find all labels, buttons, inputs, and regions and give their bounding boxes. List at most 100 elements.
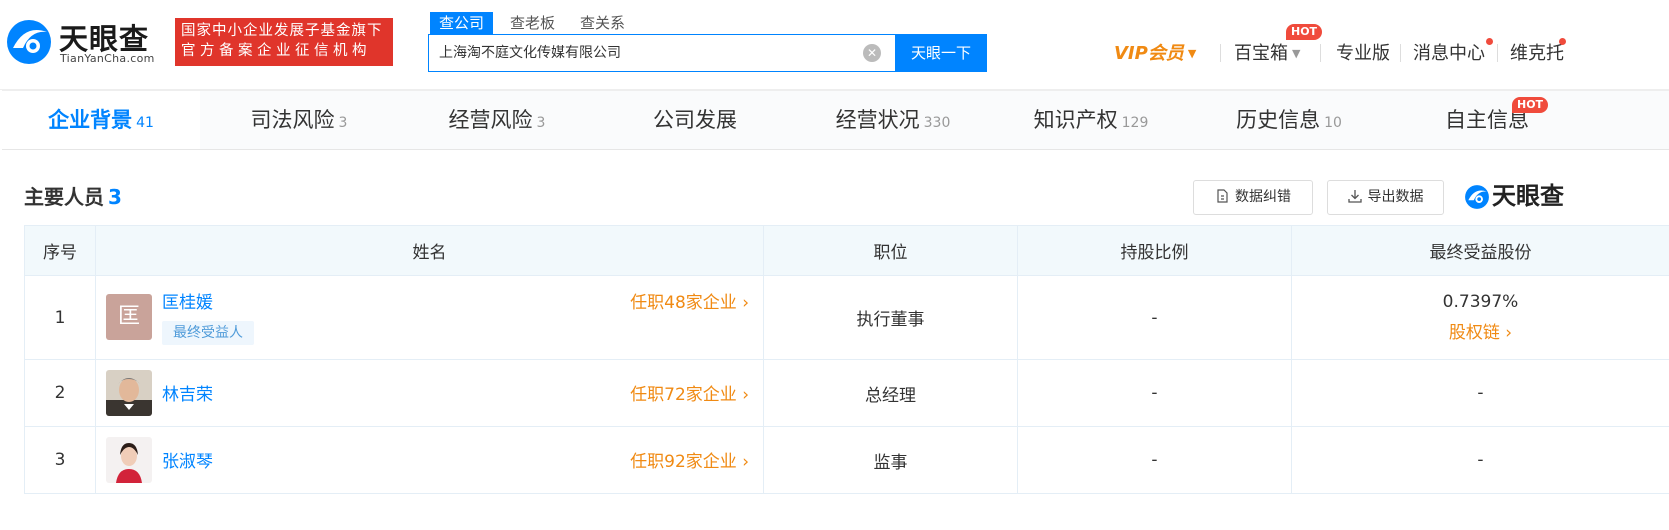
vip-menu[interactable]: VIP会员 ▼ [1114,40,1196,68]
column-header-index: 序号 [24,225,96,276]
gov-badge-line2: 官方备案企业征信机构 [181,43,371,59]
avatar[interactable] [106,437,152,483]
shareholding-cell: - [1017,426,1292,494]
hot-badge: HOT [1286,24,1323,40]
column-header-name: 姓名 [95,225,764,276]
search-tab-company[interactable]: 查公司 [430,12,494,34]
logo-subtitle: TianYanCha.com [60,52,155,65]
tab-self-info[interactable]: 自主信息 [1388,91,1586,149]
person-name-link[interactable]: 林吉荣 [162,380,213,405]
position-cell: 执行董事 [763,275,1018,360]
positions-link-label: 任职92家企业 [630,452,737,472]
tab-label: 经营状况 [835,108,920,132]
chevron-right-icon: › [742,452,749,472]
category-tabs: 企业背景 41 司法风险 3 经营风险 3 公司发展 经营状况 330 知识产权 129 … [2,90,1669,150]
chevron-right-icon: › [742,385,749,405]
tab-judicial-risk[interactable]: 司法风险 3 [200,91,398,149]
download-icon [1347,190,1362,203]
tab-count: 41 [136,115,154,131]
table-row: 2 林吉荣 任职72家企业 › 总经理 - - [24,359,1669,427]
table-header-row: 序号 姓名 职位 持股比例 最终受益股份 [24,225,1669,276]
watermark-text: 天眼查 [1492,182,1564,210]
treasure-label: 百宝箱 [1234,43,1288,64]
beneficial-share-cell: - [1291,359,1669,427]
equity-chain-link[interactable]: 股权链 › [1449,323,1512,343]
tab-history[interactable]: 历史信息 10 [1190,91,1388,149]
gov-badge: 国家中小企业发展子基金旗下 官方备案企业征信机构 [175,18,393,66]
tab-count: 3 [536,115,546,131]
tab-label: 历史信息 [1236,108,1321,132]
tab-count: 330 [923,115,951,131]
positions-link[interactable]: 任职92家企业 › [630,447,749,472]
positions-link-label: 任职72家企业 [630,385,737,405]
key-personnel-table: 序号 姓名 职位 持股比例 最终受益股份 1 匡 匡桂媛 最终受益人 任职48家… [24,225,1669,494]
section-title: 主要人员 3 [24,181,122,210]
tab-company-development[interactable]: 公司发展 [596,91,794,149]
search-input[interactable] [439,35,859,71]
logo-eye-icon [7,20,51,64]
user-menu[interactable]: 维克托 [1510,40,1564,68]
beneficiary-tag: 最终受益人 [162,321,254,345]
avatar[interactable] [106,370,152,416]
notification-dot [1486,38,1493,45]
hot-badge: HOT [1512,97,1549,113]
clear-icon[interactable]: ✕ [863,44,881,62]
search-box: ✕ [428,34,896,72]
divider [1497,44,1498,62]
beneficial-share-cell: 0.7397% 股权链 › [1291,275,1669,360]
position-cell: 监事 [763,426,1018,494]
table-row: 3 张淑琴 任职92家企业 › 监事 - - [24,426,1669,494]
chevron-right-icon: › [742,293,749,313]
vip-label: VIP会员 [1114,43,1184,64]
beneficial-share-cell: - [1291,426,1669,494]
tab-enterprise-background[interactable]: 企业背景 41 [2,91,200,149]
divider [1320,44,1321,62]
position-cell: 总经理 [763,359,1018,427]
divider [1400,44,1401,62]
divider [1220,44,1221,62]
positions-link[interactable]: 任职48家企业 › [630,288,749,313]
top-bar: 天眼查 TianYanCha.com 国家中小企业发展子基金旗下 官方备案企业征… [0,0,1669,90]
shareholding-cell: - [1017,275,1292,360]
column-header-beneficial-share: 最终受益股份 [1291,225,1669,276]
data-correction-button[interactable]: 数据纠错 [1193,180,1313,215]
row-index: 1 [24,275,96,360]
search-button[interactable]: 天眼一下 [895,34,987,72]
tab-label: 经营风险 [448,108,533,132]
person-photo-icon [106,437,152,483]
tab-intellectual-property[interactable]: 知识产权 129 [992,91,1190,149]
column-header-shareholding: 持股比例 [1017,225,1292,276]
equity-chain-label: 股权链 [1448,323,1500,343]
tab-count: 129 [1121,115,1149,131]
treasure-menu[interactable]: 百宝箱 ▼ [1234,40,1300,68]
tianyancha-logo[interactable]: 天眼查 TianYanCha.com [3,14,163,66]
positions-link-label: 任职48家企业 [630,293,737,313]
pro-link[interactable]: 专业版 [1336,40,1390,68]
chevron-down-icon: ▼ [1187,47,1197,60]
search-tab-boss[interactable]: 查老板 [510,12,555,34]
name-cell: 林吉荣 任职72家企业 › [95,359,764,427]
chevron-right-icon: › [1505,323,1513,343]
logo-eye-icon [1465,185,1489,209]
name-cell: 匡 匡桂媛 最终受益人 任职48家企业 › [95,275,764,360]
name-cell: 张淑琴 任职92家企业 › [95,426,764,494]
row-index: 2 [24,359,96,427]
person-photo-icon [106,370,152,416]
message-center-link[interactable]: 消息中心 [1413,40,1485,68]
avatar[interactable]: 匡 [106,294,152,340]
tab-label: 知识产权 [1033,108,1118,132]
positions-link[interactable]: 任职72家企业 › [630,380,749,405]
person-name-link[interactable]: 张淑琴 [162,447,213,472]
tab-label: 司法风险 [250,108,335,132]
tab-operation-status[interactable]: 经营状况 330 [794,91,992,149]
data-correction-label: 数据纠错 [1235,189,1291,205]
tab-operation-risk[interactable]: 经营风险 3 [398,91,596,149]
export-data-button[interactable]: 导出数据 [1327,180,1444,215]
search-tab-relation[interactable]: 查关系 [580,12,625,34]
notification-dot [1559,38,1566,45]
tab-label: 公司发展 [653,108,737,132]
person-name-link[interactable]: 匡桂媛 [162,288,213,313]
chevron-down-icon: ▼ [1292,47,1301,60]
export-data-label: 导出数据 [1367,189,1424,205]
section-count: 3 [108,185,122,209]
